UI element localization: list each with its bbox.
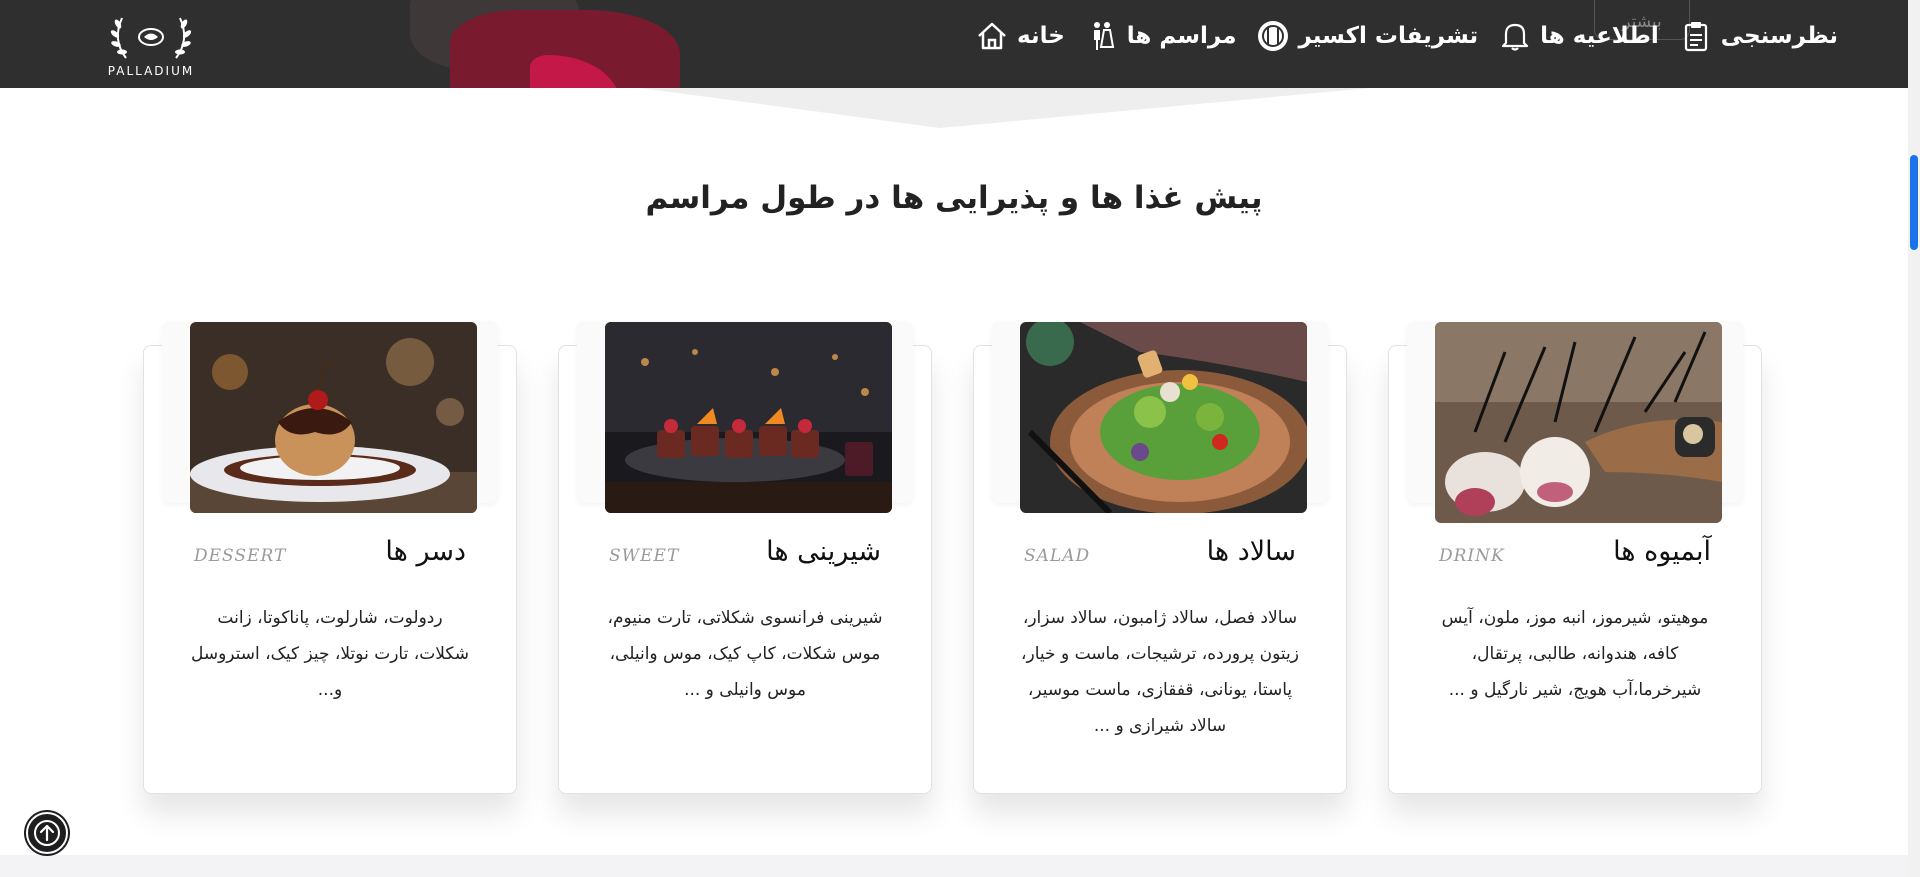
menu-card-drink: آبمیوه ها DRINK موهیتو، شیرموز، انبه موز…	[1388, 321, 1762, 794]
nav-item-announcements[interactable]: اطلاعیه ها	[1498, 19, 1659, 53]
card-description: ردولوت، شارلوت، پاناکوتا، زانت شکلات، تا…	[190, 608, 470, 700]
card-title: دسر ها	[385, 536, 466, 567]
card-title: شیرینی ها	[766, 536, 881, 567]
nav-item-home[interactable]: خانه	[975, 19, 1065, 53]
nav-item-ceremonies[interactable]: مراسم ها	[1085, 19, 1237, 53]
hero-image-peek	[390, 0, 690, 88]
logo-text: PALLADIUM	[107, 64, 195, 78]
page-scrollbar[interactable]	[1908, 0, 1920, 877]
nav-item-home-label: خانه	[1017, 23, 1065, 49]
dining-icon	[1258, 21, 1289, 51]
palladium-logo[interactable]: PALLADIUM	[96, 10, 206, 84]
laurel-logo-icon	[110, 17, 192, 59]
menu-card-dessert: دسر ها DESSERT ردولوت، شارلوت، پاناکوتا،…	[143, 321, 517, 794]
card-category-en: DESSERT	[194, 546, 287, 566]
card-category-en: SALAD	[1024, 546, 1091, 566]
card-description: سالاد فصل، سالاد ژامبون، سالاد سزار، زیت…	[1021, 608, 1299, 736]
drink-image	[1435, 322, 1722, 523]
nav-item-survey-label: نظرسنجی	[1720, 23, 1838, 49]
card-description: شیرینی فرانسوی شکلاتی، تارت منیوم، موس ش…	[607, 608, 883, 700]
clipboard-icon	[1684, 22, 1707, 52]
sweet-image	[605, 322, 892, 513]
arrow-up-icon	[34, 820, 60, 846]
card-title: سالاد ها	[1206, 536, 1296, 567]
card-description: موهیتو، شیرموز، انبه موز، ملون، آیس کافه…	[1441, 608, 1709, 700]
bell-icon	[1502, 23, 1529, 51]
salad-image	[1020, 322, 1307, 513]
nav-item-ceremonies-label: مراسم ها	[1126, 23, 1237, 49]
dessert-image	[190, 322, 477, 513]
nav-item-survey[interactable]: نظرسنجی	[1679, 19, 1838, 53]
nav-menu: خانه مراسم ها تشریفات اکسیر اطلاعیه ها ن…	[975, 14, 1838, 58]
nav-item-services-label: تشریفات اکسیر	[1298, 23, 1479, 49]
menu-card-salad: سالاد ها SALAD سالاد فصل، سالاد ژامبون، …	[973, 321, 1347, 794]
home-icon	[978, 22, 1006, 50]
nav-item-services[interactable]: تشریفات اکسیر	[1256, 19, 1478, 53]
couple-icon	[1093, 22, 1114, 50]
section-divider	[640, 88, 1370, 128]
card-category-en: DRINK	[1439, 546, 1505, 566]
card-title: آبمیوه ها	[1613, 536, 1711, 567]
footer-strip	[0, 855, 1908, 877]
card-category-en: SWEET	[609, 546, 680, 566]
top-navbar: بیشتر PALLADIUM خانه مراسم ها تشریفات اک…	[0, 0, 1908, 88]
back-to-top-button[interactable]	[26, 812, 68, 854]
section-title: پیش غذا ها و پذیرایی ها در طول مراسم	[645, 180, 1263, 216]
menu-card-sweet: شیرینی ها SWEET شیرینی فرانسوی شکلاتی، ت…	[558, 321, 932, 794]
nav-item-announcements-label: اطلاعیه ها	[1540, 23, 1659, 49]
scrollbar-thumb[interactable]	[1910, 155, 1918, 250]
